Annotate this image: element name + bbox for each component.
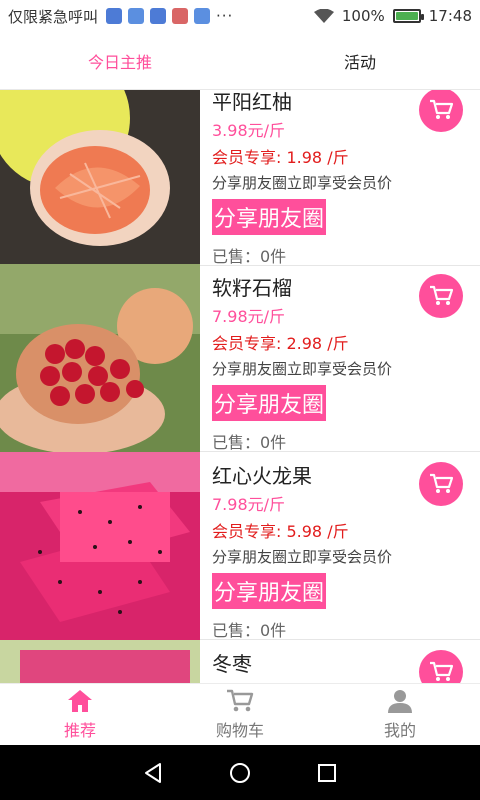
list-item[interactable]: 平阳红柚 3.98元/斤 会员专享: 1.98 /斤 分享朋友圈立即享受会员价 … [0,90,480,266]
usb-icon [128,8,145,24]
cart-icon [227,689,254,711]
nav-cart[interactable]: 购物车 [160,684,320,745]
product-image-pomegranate[interactable] [0,264,200,452]
back-icon[interactable] [141,761,165,785]
nav-mine[interactable]: 我的 [320,684,480,745]
cart-icon [430,661,453,681]
nav-label: 购物车 [215,720,264,740]
app-notification-icon [106,8,123,24]
status-bar: 仅限紧急呼叫 ··· 100% 17:48 [0,0,480,32]
share-moments-button[interactable]: 分享朋友圈 [212,199,327,235]
clock: 17:48 [428,7,472,25]
battery-icon [392,9,424,23]
add-to-cart-button[interactable] [419,90,463,132]
add-to-cart-button[interactable] [419,274,463,318]
list-item[interactable]: 软籽石榴 7.98元/斤 会员专享: 2.98 /斤 分享朋友圈立即享受会员价 … [0,264,480,452]
share-moments-button[interactable]: 分享朋友圈 [212,385,327,421]
share-tip: 分享朋友圈立即享受会员价 [212,360,393,378]
cart-icon [430,473,453,493]
nav-label: 我的 [383,720,416,740]
system-nav-bar [0,745,480,800]
home-icon [68,689,92,712]
product-list[interactable]: 平阳红柚 3.98元/斤 会员专享: 1.98 /斤 分享朋友圈立即享受会员价 … [0,90,480,683]
list-item[interactable]: 冬枣 [0,640,480,683]
cart-icon [430,99,453,119]
product-image-winter-jujube[interactable] [0,640,200,683]
product-image-dragon-fruit[interactable] [0,452,200,640]
user-icon [388,689,412,713]
recents-icon[interactable] [315,761,339,785]
shield-icon [194,8,211,24]
add-to-cart-button[interactable] [419,462,463,506]
battery-percent: 100% [341,7,385,25]
list-item[interactable]: 红心火龙果 7.98元/斤 会员专享: 5.98 /斤 分享朋友圈立即享受会员价… [0,452,480,640]
tab-activity[interactable]: 活动 [240,32,480,89]
share-tip: 分享朋友圈立即享受会员价 [212,174,393,192]
bottom-nav: 推荐 购物车 我的 [0,683,480,745]
cart-icon [430,285,453,305]
notification-icons [106,8,211,24]
member-price: 会员专享: 5.98 /斤 [212,522,349,541]
carrier-text: 仅限紧急呼叫 [8,7,99,26]
nav-label: 推荐 [63,720,96,740]
sold-count: 已售：0件 [212,433,287,452]
tab-today-featured[interactable]: 今日主推 [0,32,240,89]
battery-level [395,12,418,20]
share-tip: 分享朋友圈立即享受会员价 [212,548,393,566]
image-notification-icon [150,8,167,24]
wifi-icon [313,9,334,23]
member-price: 会员专享: 2.98 /斤 [212,334,349,353]
more-notifications-icon: ··· [216,7,234,25]
app-notification-icon [172,8,189,24]
top-tabs: 今日主推 活动 [0,32,480,90]
sold-count: 已售：0件 [212,621,287,640]
member-price: 会员专享: 1.98 /斤 [212,148,349,167]
nav-recommend[interactable]: 推荐 [0,684,160,745]
share-moments-button[interactable]: 分享朋友圈 [212,573,327,609]
home-circle-icon[interactable] [228,761,252,785]
product-image-pomelo[interactable] [0,90,200,266]
